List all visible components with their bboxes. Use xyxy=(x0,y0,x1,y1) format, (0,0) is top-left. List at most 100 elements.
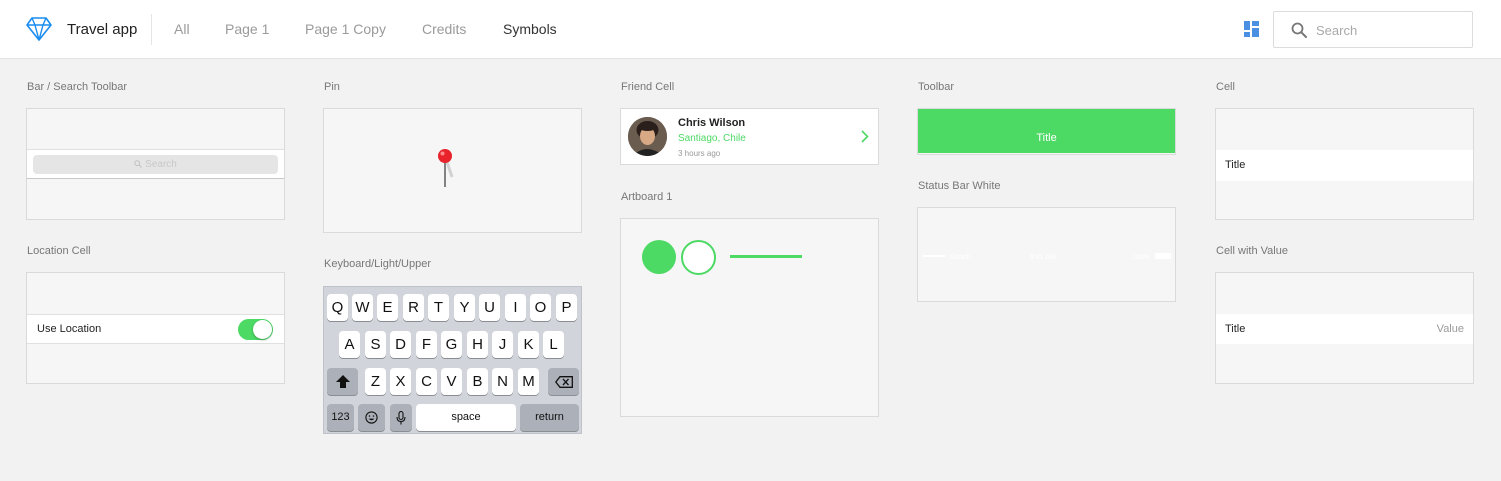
key-b[interactable]: B xyxy=(467,368,488,395)
outlined-circle-shape xyxy=(681,240,716,275)
filled-circle-shape xyxy=(642,240,676,274)
key-a[interactable]: A xyxy=(339,331,360,358)
key-c[interactable]: C xyxy=(416,368,437,395)
key-l[interactable]: L xyxy=(543,331,564,358)
search-icon xyxy=(1291,22,1307,38)
key-f[interactable]: F xyxy=(416,331,437,358)
symbol-friend-cell[interactable]: Chris Wilson Santiago, Chile 3 hours ago xyxy=(620,108,879,165)
symbol-label-pin: Pin xyxy=(324,81,340,93)
dictation-key[interactable] xyxy=(390,404,412,431)
key-o[interactable]: O xyxy=(530,294,551,321)
cell-with-value-title: Title xyxy=(1225,323,1246,335)
key-m[interactable]: M xyxy=(518,368,539,395)
numbers-key[interactable]: 123 xyxy=(327,404,354,431)
symbol-label-keyboard: Keyboard/Light/Upper xyxy=(324,258,432,270)
location-cell-row: Use Location xyxy=(27,314,284,344)
status-carrier: Sketch xyxy=(949,254,971,261)
symbol-bar-search-toolbar[interactable]: Search xyxy=(26,108,285,220)
toggle-knob xyxy=(253,320,272,339)
key-y[interactable]: Y xyxy=(454,294,475,321)
tab-all[interactable]: All xyxy=(174,21,190,37)
key-u[interactable]: U xyxy=(479,294,500,321)
space-key[interactable]: space xyxy=(416,404,516,431)
key-x[interactable]: X xyxy=(390,368,411,395)
cell-title: Title xyxy=(1225,159,1246,171)
key-s[interactable]: S xyxy=(365,331,386,358)
key-w[interactable]: W xyxy=(352,294,373,321)
symbol-artboard-1[interactable] xyxy=(620,218,879,417)
tab-page-1-copy[interactable]: Page 1 Copy xyxy=(305,21,386,37)
symbol-cell-with-value[interactable]: Title Value xyxy=(1215,272,1474,384)
key-t[interactable]: T xyxy=(428,294,449,321)
key-g[interactable]: G xyxy=(441,331,462,358)
return-key[interactable]: return xyxy=(520,404,579,431)
symbol-cell[interactable]: Title xyxy=(1215,108,1474,220)
tab-credits[interactable]: Credits xyxy=(422,21,466,37)
key-i[interactable]: I xyxy=(505,294,526,321)
status-time: 9:41 AM xyxy=(1030,254,1056,261)
symbol-toolbar[interactable]: Title xyxy=(917,108,1176,155)
key-r[interactable]: R xyxy=(403,294,424,321)
person-photo-icon xyxy=(628,117,667,156)
shift-arrow-icon xyxy=(335,375,350,388)
location-cell-text: Use Location xyxy=(37,323,102,335)
symbol-label-cell: Cell xyxy=(1216,81,1235,93)
search-box[interactable] xyxy=(1273,11,1473,48)
symbol-label-toolbar: Toolbar xyxy=(918,81,955,93)
emoji-icon xyxy=(365,411,378,424)
avatar xyxy=(628,117,667,156)
key-q[interactable]: Q xyxy=(327,294,348,321)
search-toolbar-band: Search xyxy=(27,149,284,179)
search-input[interactable] xyxy=(1316,21,1466,39)
symbol-label-friend-cell: Friend Cell xyxy=(621,81,675,93)
friend-name: Chris Wilson xyxy=(678,117,746,129)
search-icon xyxy=(134,160,143,168)
friend-timestamp: 3 hours ago xyxy=(678,149,721,158)
battery-icon xyxy=(1155,253,1171,259)
status-battery-percent: 100% xyxy=(1132,254,1150,261)
microphone-icon xyxy=(396,410,406,425)
search-toolbar-field: Search xyxy=(33,155,278,174)
search-toolbar-placeholder: Search xyxy=(145,159,177,170)
chevron-right-icon[interactable] xyxy=(861,130,869,143)
key-k[interactable]: K xyxy=(518,331,539,358)
key-h[interactable]: H xyxy=(467,331,488,358)
key-e[interactable]: E xyxy=(377,294,398,321)
cell-with-value-row: Title Value xyxy=(1216,314,1473,344)
symbol-label-cell-with-value: Cell with Value xyxy=(1216,245,1288,257)
sketch-diamond-icon[interactable] xyxy=(26,17,52,41)
line-shape xyxy=(730,255,802,258)
key-j[interactable]: J xyxy=(492,331,513,358)
symbol-label-location-cell: Location Cell xyxy=(27,245,91,257)
friend-location: Santiago, Chile xyxy=(678,133,746,144)
symbol-keyboard-light-upper[interactable]: Q W E R T Y U I O P A S D F G H J K L Z … xyxy=(323,286,582,434)
symbol-status-bar-white[interactable]: Sketch 9:41 AM 100% xyxy=(917,207,1176,302)
delete-key[interactable] xyxy=(548,368,579,395)
key-v[interactable]: V xyxy=(441,368,462,395)
tab-symbols[interactable]: Symbols xyxy=(503,21,557,37)
signal-dots xyxy=(923,255,945,257)
symbol-label-artboard-1: Artboard 1 xyxy=(621,191,673,203)
key-n[interactable]: N xyxy=(492,368,513,395)
symbol-label-bar-search-toolbar: Bar / Search Toolbar xyxy=(27,81,128,93)
key-d[interactable]: D xyxy=(390,331,411,358)
layout-grid-icon[interactable] xyxy=(1244,21,1259,37)
toolbar-background: Title xyxy=(918,109,1175,153)
toolbar-title: Title xyxy=(1036,132,1057,144)
app-title[interactable]: Travel app xyxy=(67,21,137,38)
use-location-toggle[interactable] xyxy=(238,319,273,340)
top-navigation-bar: Travel app All Page 1 Page 1 Copy Credit… xyxy=(0,0,1501,59)
symbol-pin[interactable] xyxy=(323,108,582,233)
cell-row: Title xyxy=(1216,150,1473,181)
symbol-location-cell[interactable]: Use Location xyxy=(26,272,285,384)
map-pin-icon xyxy=(438,149,454,187)
nav-divider xyxy=(151,14,152,45)
key-z[interactable]: Z xyxy=(365,368,386,395)
cell-with-value-value: Value xyxy=(1436,323,1464,335)
backspace-icon xyxy=(554,376,573,388)
key-p[interactable]: P xyxy=(556,294,577,321)
shift-key[interactable] xyxy=(327,368,358,395)
tab-page-1[interactable]: Page 1 xyxy=(225,21,269,37)
emoji-key[interactable] xyxy=(358,404,385,431)
symbol-label-status-bar-white: Status Bar White xyxy=(918,180,1001,192)
